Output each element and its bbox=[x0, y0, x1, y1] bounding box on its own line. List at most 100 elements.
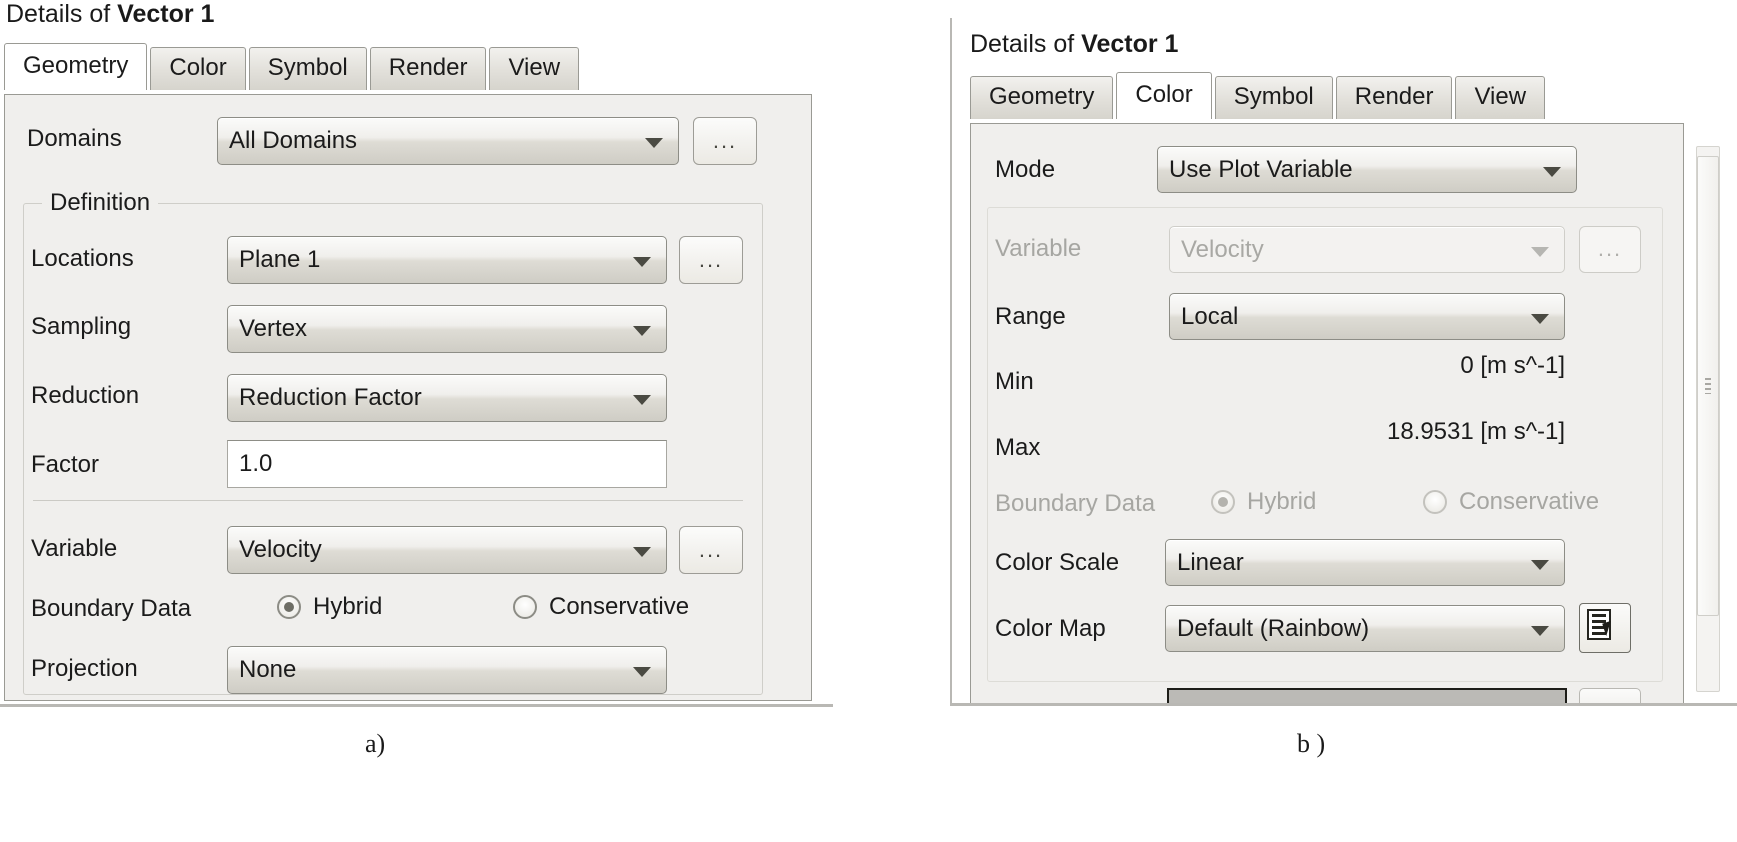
tab-symbol[interactable]: Symbol bbox=[1214, 76, 1333, 119]
tab-view-label: View bbox=[508, 54, 561, 81]
tab-geometry[interactable]: Geometry bbox=[970, 76, 1114, 119]
panel-b: Details of Vector 1 Geometry Color Symbo… bbox=[950, 0, 1737, 720]
projection-combo[interactable]: None bbox=[227, 646, 667, 694]
panel-a: Details of Vector 1 Geometry Color Symbo… bbox=[0, 0, 833, 720]
tab-geometry-label: Geometry bbox=[989, 83, 1095, 110]
panel-b-scrollbar-thumb[interactable] bbox=[1697, 156, 1719, 616]
variable-browse-button[interactable]: ... bbox=[1579, 226, 1641, 273]
chevron-down-icon bbox=[1531, 246, 1549, 257]
factor-input-value: 1.0 bbox=[239, 450, 273, 477]
chevron-down-icon bbox=[645, 138, 663, 148]
tab-view-label: View bbox=[1474, 83, 1527, 110]
tab-render[interactable]: Render bbox=[1335, 76, 1453, 119]
factor-input[interactable]: 1.0 bbox=[227, 440, 667, 488]
tab-render[interactable]: Render bbox=[369, 47, 487, 90]
colormap-editor-button[interactable] bbox=[1579, 603, 1631, 653]
domains-browse-label: ... bbox=[712, 127, 738, 153]
chevron-down-icon bbox=[1531, 559, 1549, 570]
caption-b: b ) bbox=[1297, 729, 1326, 758]
chevron-down-icon bbox=[1531, 625, 1549, 636]
panel-a-title-prefix: Details of bbox=[6, 0, 118, 28]
tab-geometry[interactable]: Geometry bbox=[4, 43, 148, 90]
definition-group-title: Definition bbox=[42, 189, 159, 217]
panel-b-pane: Mode Use Plot Variable Variable Velocity… bbox=[970, 123, 1684, 705]
panel-a-bottom-edge bbox=[0, 704, 833, 707]
mode-combo-value: Use Plot Variable bbox=[1169, 155, 1353, 183]
color-map-combo[interactable]: Default (Rainbow) bbox=[1165, 605, 1565, 652]
locations-combo-value: Plane 1 bbox=[239, 246, 321, 273]
variable-label: Variable bbox=[31, 535, 118, 562]
chevron-down-icon bbox=[633, 395, 651, 405]
tab-view[interactable]: View bbox=[489, 47, 580, 90]
radio-conservative-icon bbox=[1423, 490, 1447, 514]
boundary-data-conservative-option: Conservative bbox=[1423, 488, 1599, 516]
panel-a-title-object: Vector 1 bbox=[117, 0, 215, 28]
radio-conservative-icon[interactable] bbox=[513, 595, 537, 619]
locations-browse-button[interactable]: ... bbox=[679, 236, 743, 284]
sampling-label: Sampling bbox=[31, 313, 132, 340]
domains-combo[interactable]: All Domains bbox=[217, 117, 679, 165]
variable-combo[interactable]: Velocity bbox=[227, 526, 667, 574]
boundary-data-conservative-label: Conservative bbox=[1459, 488, 1600, 515]
tab-render-label: Render bbox=[388, 54, 468, 81]
locations-browse-label: ... bbox=[698, 246, 724, 272]
locations-combo[interactable]: Plane 1 bbox=[227, 236, 667, 284]
range-label: Range bbox=[995, 303, 1066, 330]
tab-symbol-label: Symbol bbox=[1233, 83, 1314, 110]
min-label: Min bbox=[995, 368, 1034, 395]
radio-hybrid-icon bbox=[1211, 490, 1235, 514]
tab-view[interactable]: View bbox=[1455, 76, 1546, 119]
boundary-data-hybrid-label: Hybrid bbox=[313, 593, 383, 620]
chevron-down-icon bbox=[1531, 313, 1549, 324]
boundary-data-conservative-label: Conservative bbox=[549, 593, 690, 620]
chevron-down-icon bbox=[633, 257, 651, 267]
range-combo[interactable]: Local bbox=[1169, 293, 1565, 340]
variable-label: Variable bbox=[995, 235, 1082, 262]
color-scale-combo[interactable]: Linear bbox=[1165, 539, 1565, 586]
tab-geometry-label: Geometry bbox=[23, 52, 129, 79]
caption-a: a) bbox=[365, 729, 386, 758]
variable-browse-label: ... bbox=[698, 536, 724, 562]
variable-browse-button[interactable]: ... bbox=[679, 526, 743, 574]
tab-color-label: Color bbox=[169, 54, 227, 81]
domains-label: Domains bbox=[27, 125, 122, 152]
mode-combo[interactable]: Use Plot Variable bbox=[1157, 146, 1577, 193]
scrollbar-grip-icon bbox=[1705, 378, 1711, 394]
panel-b-title: Details of Vector 1 bbox=[970, 30, 1178, 59]
color-map-combo-value: Default (Rainbow) bbox=[1177, 614, 1370, 642]
boundary-data-label: Boundary Data bbox=[995, 490, 1156, 517]
sampling-combo[interactable]: Vertex bbox=[227, 305, 667, 353]
chevron-down-icon bbox=[633, 326, 651, 336]
tab-symbol[interactable]: Symbol bbox=[248, 47, 367, 90]
boundary-data-conservative-option[interactable]: Conservative bbox=[513, 593, 689, 621]
panel-b-bottom-edge bbox=[950, 703, 1737, 706]
projection-label: Projection bbox=[31, 655, 138, 682]
radio-hybrid-icon[interactable] bbox=[277, 595, 301, 619]
max-value: 18.9531 [m s^-1] bbox=[1386, 418, 1565, 445]
panel-b-title-object: Vector 1 bbox=[1081, 30, 1179, 58]
projection-combo-value: None bbox=[239, 656, 297, 683]
definition-separator bbox=[33, 500, 743, 501]
panel-b-tabstrip: Geometry Color Symbol Render View bbox=[970, 72, 1548, 119]
boundary-data-hybrid-option[interactable]: Hybrid bbox=[277, 593, 382, 621]
sampling-combo-value: Vertex bbox=[239, 315, 308, 342]
color-map-label: Color Map bbox=[995, 615, 1106, 642]
variable-combo-value: Velocity bbox=[1181, 235, 1264, 263]
mode-label: Mode bbox=[995, 156, 1056, 183]
tab-render-label: Render bbox=[1354, 83, 1434, 110]
variable-browse-label: ... bbox=[1597, 236, 1623, 262]
range-combo-value: Local bbox=[1181, 302, 1239, 330]
factor-label: Factor bbox=[31, 451, 100, 478]
variable-combo-value: Velocity bbox=[239, 536, 322, 563]
boundary-data-hybrid-option: Hybrid bbox=[1211, 488, 1316, 516]
reduction-combo[interactable]: Reduction Factor bbox=[227, 374, 667, 422]
panel-a-title: Details of Vector 1 bbox=[6, 0, 214, 29]
panel-a-pane: Domains All Domains ... Definition Locat… bbox=[4, 94, 812, 701]
panel-a-tabstrip: Geometry Color Symbol Render View bbox=[4, 43, 582, 90]
color-scale-label: Color Scale bbox=[995, 549, 1120, 576]
domains-browse-button[interactable]: ... bbox=[693, 117, 757, 165]
tab-color[interactable]: Color bbox=[1116, 72, 1212, 119]
tab-symbol-label: Symbol bbox=[267, 54, 348, 81]
chevron-down-icon bbox=[633, 547, 651, 557]
tab-color[interactable]: Color bbox=[150, 47, 246, 90]
